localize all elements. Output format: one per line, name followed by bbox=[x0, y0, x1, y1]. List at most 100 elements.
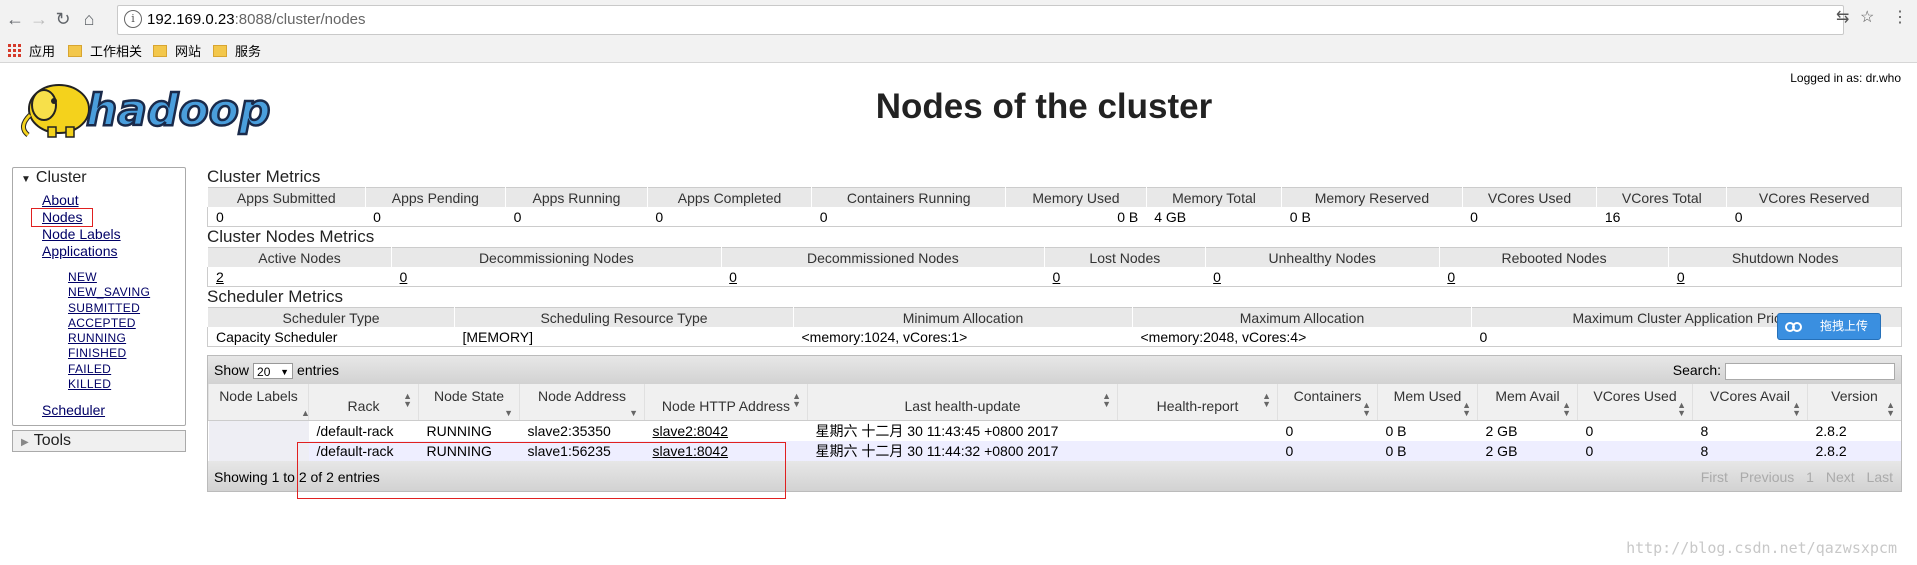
bookmark-work[interactable]: 工作相关 bbox=[68, 41, 142, 60]
col-header: Decommissioning Nodes bbox=[391, 247, 722, 267]
metric-value: 0 B bbox=[1281, 207, 1463, 227]
bookmark-sites[interactable]: 网站 bbox=[153, 41, 201, 60]
th-vcores-avail[interactable]: VCores Avail ▲ ▼ bbox=[1692, 384, 1808, 421]
apps-grid-icon bbox=[8, 44, 21, 57]
state-link-new-saving[interactable]: NEW_SAVING bbox=[68, 285, 185, 300]
decommissioned-nodes-link[interactable]: 0 bbox=[729, 269, 737, 285]
col-header: Minimum Allocation bbox=[793, 307, 1133, 327]
svg-text:hadoop: hadoop bbox=[86, 85, 270, 136]
unhealthy-nodes-link[interactable]: 0 bbox=[1213, 269, 1221, 285]
sort-icon: ▼ bbox=[629, 407, 638, 418]
entries-select[interactable]: 20 ▼ bbox=[253, 363, 294, 380]
back-icon[interactable]: ← bbox=[4, 8, 26, 30]
hadoop-logo[interactable]: hadoop bbox=[14, 71, 314, 145]
caret-right-icon: ▶ bbox=[21, 437, 29, 449]
th-node-state[interactable]: Node State ▼ bbox=[418, 384, 520, 421]
address-bar[interactable]: i 192.169.0.23:8088/cluster/nodes bbox=[117, 5, 1844, 35]
cell-last-health-update: 星期六 十二月 30 11:44:32 +0800 2017 bbox=[807, 440, 1118, 461]
col-header: VCores Used bbox=[1461, 187, 1597, 207]
sidebar-link-applications[interactable]: Applications bbox=[42, 243, 185, 260]
th-version[interactable]: Version ▲ ▼ bbox=[1807, 384, 1901, 421]
page-previous[interactable]: Previous bbox=[1740, 469, 1794, 485]
cluster-metrics-title: Cluster Metrics bbox=[207, 167, 321, 186]
node-http-link[interactable]: slave1:8042 bbox=[653, 443, 729, 459]
page-1[interactable]: 1 bbox=[1806, 469, 1814, 485]
th-mem-used[interactable]: Mem Used ▲ ▼ bbox=[1377, 384, 1478, 421]
cell-node-labels bbox=[208, 440, 309, 461]
sort-icon: ▲ ▼ bbox=[1562, 399, 1571, 418]
th-containers[interactable]: Containers ▲ ▼ bbox=[1277, 384, 1378, 421]
sidebar-link-about[interactable]: About bbox=[42, 192, 185, 209]
entries-label: entries bbox=[297, 362, 340, 378]
page-first[interactable]: First bbox=[1701, 469, 1728, 485]
cluster-menu: ▼ Cluster About Nodes Node Labels Applica… bbox=[12, 167, 186, 427]
forward-icon[interactable]: → bbox=[28, 8, 50, 30]
drag-upload-button[interactable]: 拖拽上传 bbox=[1777, 313, 1881, 340]
col-header: Apps Running bbox=[505, 187, 648, 207]
page-next[interactable]: Next bbox=[1826, 469, 1855, 485]
th-rack[interactable]: Rack ▲ ▼ bbox=[308, 384, 419, 421]
lost-nodes-link[interactable]: 0 bbox=[1053, 269, 1061, 285]
th-node-http-address[interactable]: Node HTTP Address ▲ ▼ bbox=[644, 384, 808, 421]
translate-icon[interactable]: ⇆ bbox=[1836, 7, 1849, 27]
metric-value: 0 bbox=[207, 207, 366, 227]
pagination: First Previous 1 Next Last bbox=[1701, 469, 1893, 485]
th-last-health-update[interactable]: Last health-update ▲ ▼ bbox=[807, 384, 1118, 421]
scheduler-metrics-title: Scheduler Metrics bbox=[207, 287, 344, 306]
cell-version: 2.8.2 bbox=[1807, 440, 1901, 461]
state-link-accepted[interactable]: ACCEPTED bbox=[68, 316, 185, 331]
star-icon[interactable]: ☆ bbox=[1860, 7, 1874, 27]
metric-value: 0 B bbox=[1005, 207, 1147, 227]
state-link-submitted[interactable]: SUBMITTED bbox=[68, 301, 185, 316]
home-icon[interactable]: ⌂ bbox=[78, 8, 100, 30]
cloud-icon bbox=[1785, 322, 1802, 332]
page-last[interactable]: Last bbox=[1867, 469, 1893, 485]
page-title: Nodes of the cluster bbox=[875, 87, 1213, 126]
state-link-running[interactable]: RUNNING bbox=[68, 331, 185, 346]
search-input[interactable] bbox=[1725, 362, 1895, 380]
elephant-icon: hadoop bbox=[21, 84, 272, 138]
url-text[interactable]: 192.169.0.23:8088/cluster/nodes bbox=[147, 11, 366, 28]
state-link-failed[interactable]: FAILED bbox=[68, 362, 185, 377]
node-http-link[interactable]: slave2:8042 bbox=[653, 423, 729, 439]
sidebar-link-node-labels[interactable]: Node Labels bbox=[42, 226, 185, 243]
bookmark-services[interactable]: 服务 bbox=[213, 41, 261, 60]
metric-value: 0 bbox=[811, 207, 1006, 227]
th-health-report[interactable]: Health-report ▲ ▼ bbox=[1117, 384, 1278, 421]
cell-node-state: RUNNING bbox=[418, 420, 520, 441]
logged-in-status: Logged in as: dr.who bbox=[1790, 71, 1901, 85]
tools-menu[interactable]: ▶ Tools bbox=[12, 430, 186, 453]
cluster-header[interactable]: ▼ Cluster bbox=[13, 168, 185, 188]
cell-vcores-avail: 8 bbox=[1692, 420, 1808, 441]
info-icon[interactable]: i bbox=[124, 10, 142, 28]
state-link-finished[interactable]: FINISHED bbox=[68, 346, 185, 361]
sidebar-link-nodes[interactable]: Nodes bbox=[31, 208, 93, 227]
state-link-killed[interactable]: KILLED bbox=[68, 377, 185, 392]
active-nodes-link[interactable]: 2 bbox=[216, 269, 224, 285]
sidebar-link-scheduler[interactable]: Scheduler bbox=[42, 402, 185, 419]
reload-icon[interactable]: ↻ bbox=[52, 8, 74, 30]
watermark: http://blog.csdn.net/qazwsxpcm bbox=[1626, 539, 1897, 557]
folder-icon bbox=[153, 44, 167, 57]
decommissioning-nodes-link[interactable]: 0 bbox=[400, 269, 408, 285]
shutdown-nodes-link[interactable]: 0 bbox=[1677, 269, 1685, 285]
col-header: Decommissioned Nodes bbox=[720, 247, 1045, 267]
th-node-address[interactable]: Node Address ▼ bbox=[519, 384, 645, 421]
col-header: Maximum Allocation bbox=[1132, 307, 1472, 327]
col-header: Shutdown Nodes bbox=[1668, 247, 1902, 267]
th-mem-avail[interactable]: Mem Avail ▲ ▼ bbox=[1477, 384, 1578, 421]
datatable-footer: Showing 1 to 2 of 2 entries First Previo… bbox=[208, 460, 1901, 491]
bookmark-apps[interactable]: 应用 bbox=[8, 41, 55, 60]
col-header: Lost Nodes bbox=[1044, 247, 1206, 267]
menu-icon[interactable]: ⋮ bbox=[1892, 7, 1908, 27]
cell-rack: /default-rack bbox=[308, 440, 419, 461]
th-node-labels[interactable]: Node Labels ▲ bbox=[208, 384, 310, 421]
th-vcores-used[interactable]: VCores Used ▲ ▼ bbox=[1577, 384, 1693, 421]
cell-node-address: slave2:35350 bbox=[519, 420, 645, 441]
state-link-new[interactable]: NEW bbox=[68, 270, 185, 285]
table-row: /default-rack RUNNING slave1:56235 slave… bbox=[208, 440, 1901, 461]
cell-mem-avail: 2 GB bbox=[1477, 420, 1578, 441]
col-header: Memory Used bbox=[1005, 187, 1147, 207]
rebooted-nodes-link[interactable]: 0 bbox=[1447, 269, 1455, 285]
col-header: VCores Reserved bbox=[1726, 187, 1902, 207]
